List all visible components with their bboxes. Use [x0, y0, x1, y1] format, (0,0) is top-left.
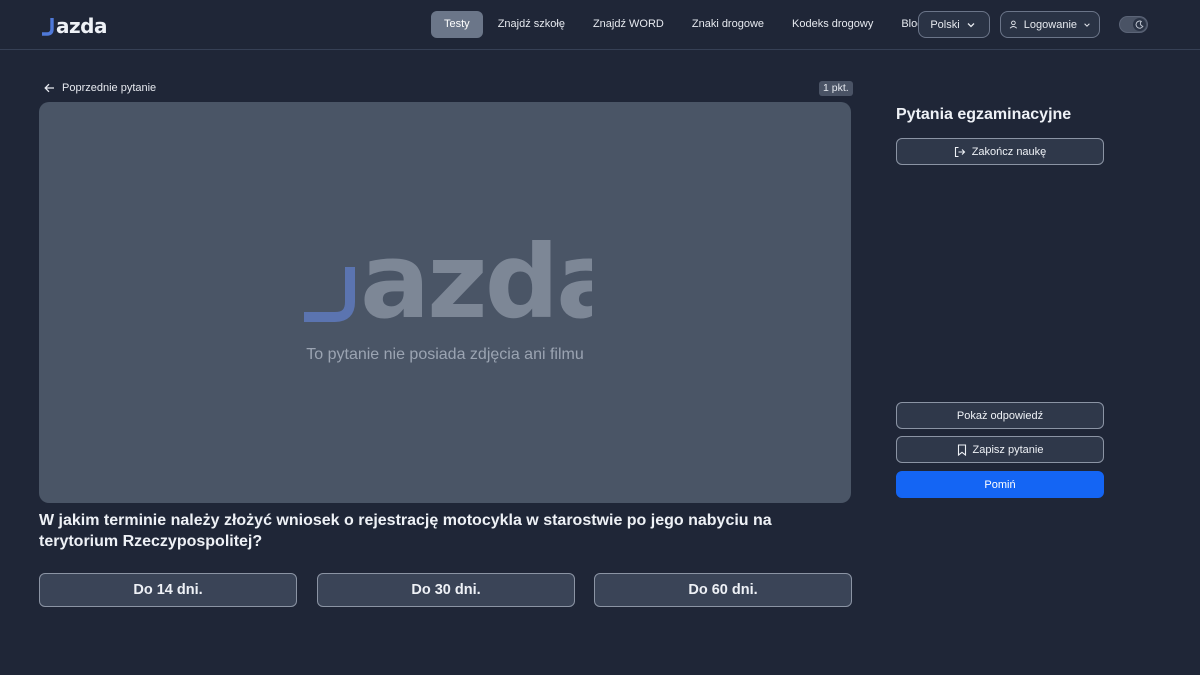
arrow-left-icon [44, 83, 54, 93]
top-bar: azda Testy Znajdź szkołę Znajdź WORD Zna… [0, 0, 1200, 50]
nav-item-kodeks-drogowy[interactable]: Kodeks drogowy [779, 11, 886, 38]
skip-button[interactable]: Pomiń [896, 471, 1104, 498]
question-text: W jakim terminie należy złożyć wniosek o… [39, 512, 772, 550]
previous-question-link[interactable]: Poprzednie pytanie [44, 80, 156, 96]
language-dropdown[interactable]: Polski [918, 11, 990, 38]
show-answer-label: Pokaż odpowiedź [956, 409, 1044, 422]
theme-toggle[interactable] [1119, 16, 1148, 33]
brand-logo[interactable]: azda [42, 12, 107, 36]
chevron-down-icon [967, 22, 975, 27]
media-logo-text: azda [360, 240, 592, 322]
logo-j-icon [42, 18, 54, 36]
save-question-label: Zapisz pytanie [972, 443, 1044, 456]
logout-icon [954, 146, 965, 157]
question-media-placeholder: azda To pytanie nie posiada zdjęcia ani … [39, 102, 851, 503]
previous-question-label: Poprzednie pytanie [62, 82, 157, 94]
answer-option-1[interactable]: Do 14 dni. [39, 573, 297, 607]
login-label: Logowanie [1023, 18, 1078, 31]
nav-item-znaki-drogowe[interactable]: Znaki drogowe [679, 11, 777, 38]
main-nav: Testy Znajdź szkołę Znajdź WORD Znaki dr… [431, 11, 936, 38]
nav-item-znajdz-word[interactable]: Znajdź WORD [580, 11, 677, 38]
skip-label: Pomiń [984, 478, 1016, 491]
media-logo: azda [304, 240, 592, 322]
theme-toggle-knob [1133, 18, 1146, 31]
save-question-button[interactable]: Zapisz pytanie [896, 436, 1104, 463]
moon-icon [1135, 20, 1144, 29]
points-badge: 1 pkt. [819, 81, 853, 96]
language-label: Polski [930, 18, 960, 31]
nav-item-znajdz-szkole[interactable]: Znajdź szkołę [485, 11, 578, 38]
end-learning-button[interactable]: Zakończ naukę [896, 138, 1104, 165]
login-dropdown[interactable]: Logowanie [1000, 11, 1100, 38]
show-answer-button[interactable]: Pokaż odpowiedź [896, 402, 1104, 429]
bookmark-icon [957, 443, 966, 456]
no-media-text: To pytanie nie posiada zdjęcia ani filmu [306, 346, 584, 363]
end-learning-label: Zakończ naukę [971, 145, 1047, 158]
logo-text: azda [56, 14, 107, 38]
sidebar-title: Pytania egzaminacyjne [896, 106, 1072, 123]
chevron-down-icon [1084, 22, 1090, 27]
nav-item-testy[interactable]: Testy [431, 11, 483, 38]
user-icon [1009, 20, 1018, 29]
answer-option-3[interactable]: Do 60 dni. [594, 573, 852, 607]
answer-option-2[interactable]: Do 30 dni. [317, 573, 575, 607]
